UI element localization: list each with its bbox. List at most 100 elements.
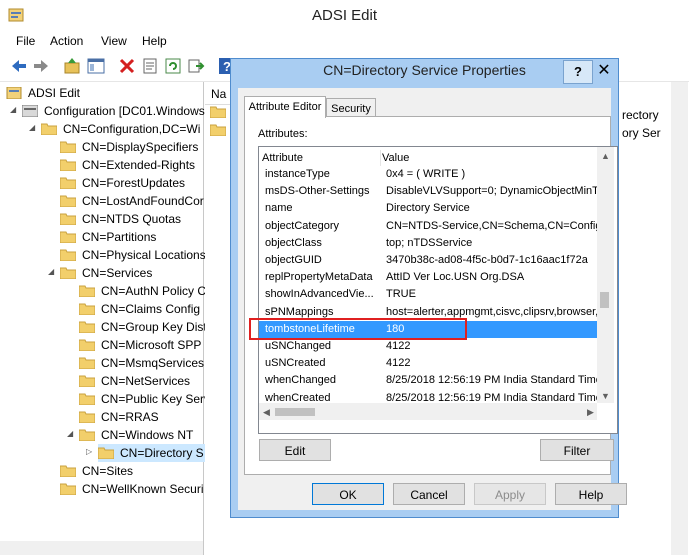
tree-label: CN=Extended-Rights xyxy=(82,158,196,172)
cancel-button[interactable]: Cancel xyxy=(393,483,465,505)
list-item[interactable]: ory Ser xyxy=(622,126,661,140)
console-tree-icon[interactable] xyxy=(87,57,105,75)
scroll-up-icon[interactable]: ▲ xyxy=(601,151,610,161)
forward-arrow-icon[interactable] xyxy=(32,57,50,75)
attribute-row[interactable]: whenChanged 8/25/2018 12:56:19 PM India S… xyxy=(259,372,597,389)
tree-label: CN=Directory S xyxy=(120,446,204,460)
vertical-scroll-thumb[interactable] xyxy=(600,292,609,308)
tree-node[interactable]: CN=Services xyxy=(60,264,152,282)
attribute-value: 4122 xyxy=(386,340,411,352)
folder-icon xyxy=(79,429,95,441)
attribute-row[interactable]: uSNChanged 4122 xyxy=(259,338,597,355)
tree-node[interactable]: CN=Physical Locations xyxy=(60,246,206,264)
dialog-help-button[interactable]: ? xyxy=(563,60,593,84)
attribute-row[interactable]: msDS-Other-Settings DisableVLVSupport=0; … xyxy=(259,183,597,200)
attribute-value: AttID Ver Loc.USN Org.DSA xyxy=(386,271,525,284)
collapse-icon[interactable]: ◢ xyxy=(48,267,54,276)
attribute-name: objectGUID xyxy=(265,254,322,266)
attribute-name: objectCategory xyxy=(265,219,339,232)
folder-icon xyxy=(60,177,76,189)
tree-label: CN=Sites xyxy=(82,464,134,478)
tree-node[interactable]: CN=RRAS xyxy=(79,408,159,426)
tree-root[interactable]: ADSI Edit xyxy=(6,84,80,102)
tree-node[interactable]: CN=Claims Config xyxy=(79,300,200,318)
edit-button[interactable]: Edit xyxy=(259,439,331,461)
ok-button[interactable]: OK xyxy=(312,483,384,505)
attribute-row[interactable]: showInAdvancedVie... TRUE xyxy=(259,286,597,303)
expand-icon[interactable]: ▷ xyxy=(86,447,92,456)
tree-node[interactable]: CN=Windows NT xyxy=(79,426,193,444)
tree-label: CN=Partitions xyxy=(82,230,157,244)
tab-attribute-editor[interactable]: Attribute Editor xyxy=(244,96,326,118)
up-folder-icon[interactable] xyxy=(63,57,81,75)
export-list-icon[interactable] xyxy=(187,57,205,75)
tree-node[interactable]: CN=Sites xyxy=(60,462,133,480)
attribute-row[interactable]: uSNCreated 4122 xyxy=(259,355,597,372)
folder-icon xyxy=(60,213,76,225)
folder-icon xyxy=(79,375,95,387)
tree-node[interactable]: CN=DisplaySpecifiers xyxy=(60,138,198,156)
attributes-vertical-scrollbar[interactable] xyxy=(597,147,614,403)
dialog-close-button[interactable]: ✕ xyxy=(593,60,615,82)
menu-help[interactable]: Help xyxy=(142,34,167,48)
attribute-row[interactable]: objectCategory CN=NTDS-Service,CN=Schema,… xyxy=(259,218,597,235)
folder-icon xyxy=(79,411,95,423)
tree-horizontal-scrollbar[interactable] xyxy=(0,541,203,555)
folder-icon xyxy=(79,303,95,315)
properties-icon[interactable] xyxy=(141,57,159,75)
window-title: ADSI Edit xyxy=(311,7,378,24)
folder-icon xyxy=(79,339,95,351)
attribute-row[interactable]: name Directory Service xyxy=(259,200,597,217)
tree-label: CN=Physical Locations xyxy=(82,248,206,262)
folder-icon xyxy=(60,141,76,153)
tree-node[interactable]: CN=LostAndFoundCor xyxy=(60,192,204,210)
tree-node[interactable]: CN=MsmqServices xyxy=(79,354,204,372)
apply-button[interactable]: Apply xyxy=(474,483,546,505)
menu-view[interactable]: View xyxy=(101,34,127,48)
tree-node[interactable]: CN=WellKnown Securi xyxy=(60,480,204,498)
tree-node[interactable]: CN=Configuration,DC=Wi xyxy=(41,120,200,138)
attribute-row[interactable]: replPropertyMetaData AttID Ver Loc.USN Or… xyxy=(259,269,597,286)
folder-icon xyxy=(79,357,95,369)
horizontal-scroll-thumb[interactable] xyxy=(275,408,315,416)
tree-label: CN=RRAS xyxy=(101,410,159,424)
scroll-down-icon[interactable]: ▼ xyxy=(601,391,610,401)
collapse-icon[interactable]: ◢ xyxy=(67,429,73,438)
attribute-row[interactable]: objectClass top; nTDSService xyxy=(259,235,597,252)
tree-node[interactable]: CN=AuthN Policy C xyxy=(79,282,206,300)
tree-node[interactable]: CN=ForestUpdates xyxy=(60,174,185,192)
details-vertical-scrollbar[interactable] xyxy=(671,82,688,555)
attribute-row[interactable]: objectGUID 3470b38c-ad08-4f5c-b0d7-1c16aa… xyxy=(259,252,597,269)
tree-label: ADSI Edit xyxy=(28,86,81,100)
tree-node[interactable]: CN=Group Key Dist xyxy=(79,318,207,336)
menu-file[interactable]: File xyxy=(16,34,35,48)
value-column-header[interactable]: Value xyxy=(382,150,582,166)
menu-action[interactable]: Action xyxy=(50,34,83,48)
attribute-row[interactable]: instanceType 0x4 = ( WRITE ) xyxy=(259,166,597,183)
list-item[interactable]: rectory xyxy=(622,108,659,122)
tree-node[interactable]: CN=NTDS Quotas xyxy=(60,210,181,228)
collapse-icon[interactable]: ◢ xyxy=(29,123,35,132)
attribute-value: 0x4 = ( WRITE ) xyxy=(386,168,466,180)
help-button[interactable]: Help xyxy=(555,483,627,505)
adsi-edit-icon xyxy=(6,87,22,99)
folder-icon xyxy=(98,447,114,459)
tree-label: Configuration [DC01.Windows xyxy=(44,104,205,118)
tree-node[interactable]: CN=Public Key Serv xyxy=(79,390,210,408)
delete-icon[interactable] xyxy=(118,57,136,75)
tree-node[interactable]: CN=NetServices xyxy=(79,372,190,390)
folder-icon xyxy=(60,249,76,261)
folder-icon xyxy=(79,321,95,333)
back-arrow-icon[interactable] xyxy=(10,57,28,75)
tree-node[interactable]: CN=Microsoft SPP xyxy=(79,336,201,354)
refresh-icon[interactable] xyxy=(164,57,182,75)
attribute-column-header[interactable]: Attribute xyxy=(262,150,381,166)
tree-node[interactable]: CN=Extended-Rights xyxy=(60,156,195,174)
scroll-left-icon[interactable]: ◀ xyxy=(263,407,270,418)
collapse-icon[interactable]: ◢ xyxy=(10,105,16,114)
tree-node[interactable]: Configuration [DC01.Windows xyxy=(22,102,205,120)
tree-node[interactable]: CN=Partitions xyxy=(60,228,156,246)
filter-button[interactable]: Filter xyxy=(540,439,614,461)
tree-node[interactable]: CN=Directory S xyxy=(98,444,208,462)
scroll-right-icon[interactable]: ▶ xyxy=(587,407,594,418)
